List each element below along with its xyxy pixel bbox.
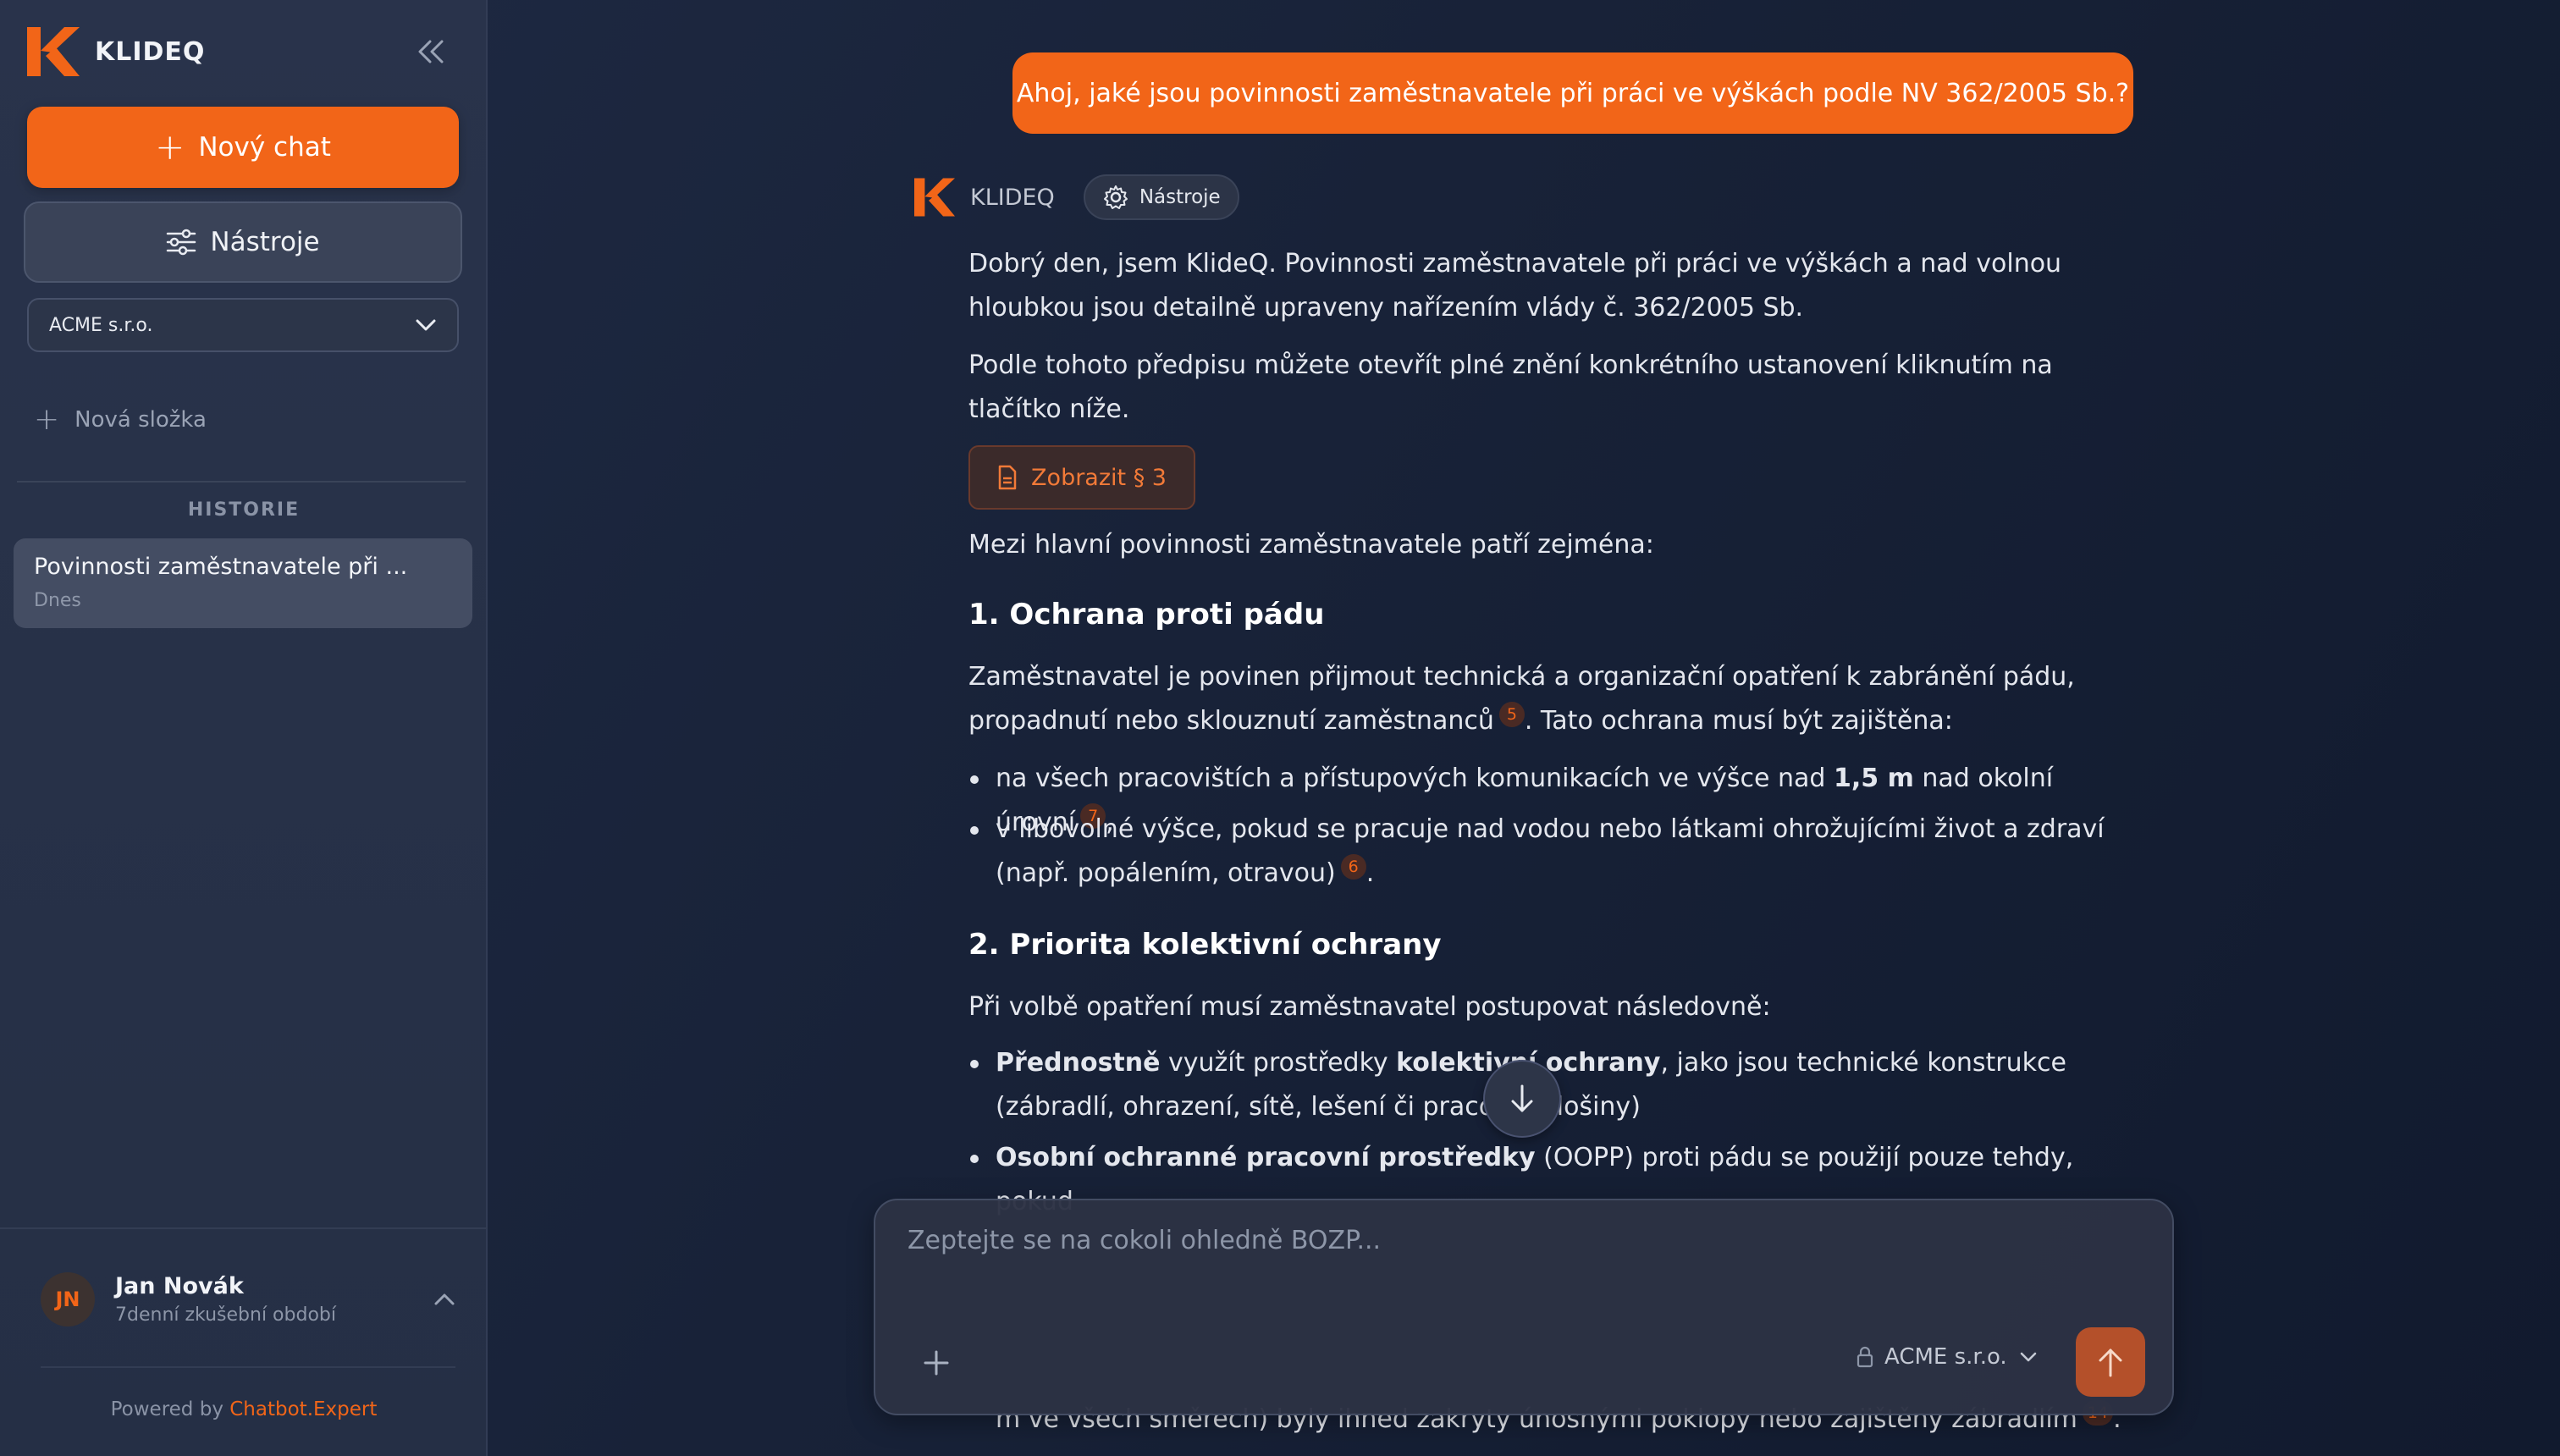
divider (0, 1227, 488, 1229)
plus-icon: + (155, 126, 185, 168)
tools-label: Nástroje (210, 227, 320, 257)
send-button[interactable] (2076, 1327, 2145, 1397)
new-chat-label: Nový chat (198, 132, 331, 163)
sliders-icon (167, 229, 196, 256)
message-composer: ACME s.r.o. (874, 1199, 2174, 1415)
bold-text: Přednostně (996, 1048, 1161, 1078)
text: . Tato ochrana musí být zajištěna: (1524, 706, 1953, 736)
answer-paragraph: Mezi hlavní povinnosti zaměstnavatele pa… (968, 530, 1654, 560)
message-input[interactable] (908, 1226, 2127, 1277)
divider (41, 1366, 455, 1368)
answer-paragraph: Při volbě opatření musí zaměstnavatel po… (968, 992, 1771, 1022)
bot-header: KLIDEQ Nástroje (914, 174, 1239, 220)
bot-name: KLIDEQ (970, 184, 1055, 211)
user-name: Jan Novák (115, 1273, 244, 1299)
lock-icon (1857, 1346, 1873, 1368)
scope-select[interactable]: ACME s.r.o. (1856, 1344, 2048, 1370)
list-item: v libovolné výšce, pokud se pracuje nad … (968, 808, 2137, 896)
history-title: HISTORIE (187, 499, 301, 521)
powered-link[interactable]: Chatbot.Expert (229, 1398, 377, 1420)
text: v libovolné výšce, pokud se pracuje nad … (996, 814, 2105, 888)
sidebar: KLIDEQ + Nový chat Nástroje ACME s.r.o. … (0, 0, 488, 1456)
arrow-up-icon (2099, 1348, 2122, 1377)
bold-text: Osobní ochranné pracovní prostředky (996, 1143, 1536, 1172)
chevron-down-icon (416, 319, 436, 331)
chevron-down-icon (2020, 1352, 2037, 1362)
new-folder-label: Nová složka (74, 407, 207, 433)
history-item[interactable]: Povinnosti zaměstnavatele při ... Dnes (14, 538, 472, 628)
text: . (1366, 858, 1375, 888)
history-item-title: Povinnosti zaměstnavatele při ... (34, 554, 408, 580)
text: využít prostředky (1160, 1048, 1397, 1078)
chevron-up-icon (434, 1293, 455, 1305)
user-message-bubble: Ahoj, jaké jsou povinnosti zaměstnavatel… (1012, 52, 2133, 134)
organization-select[interactable]: ACME s.r.o. (27, 298, 459, 352)
bot-tools-label: Nástroje (1139, 186, 1221, 208)
plus-icon: + (34, 402, 60, 437)
user-menu[interactable]: JN Jan Novák 7denní zkušební období (41, 1272, 455, 1326)
klideq-logo-icon (27, 27, 80, 76)
scroll-down-button[interactable] (1483, 1060, 1561, 1138)
user-info: Jan Novák 7denní zkušební období (115, 1273, 336, 1326)
brand-name: KLIDEQ (95, 36, 206, 67)
scope-value: ACME s.r.o. (1884, 1344, 2007, 1370)
collapse-sidebar-button[interactable] (413, 34, 449, 69)
bold-text: 1,5 m (1833, 764, 1914, 793)
attach-button[interactable] (916, 1343, 957, 1383)
show-section-button[interactable]: Zobrazit § 3 (968, 445, 1195, 510)
history-item-date: Dnes (34, 590, 81, 611)
answer-paragraph: Zaměstnavatel je povinen přijmout techni… (968, 655, 2137, 743)
brand[interactable]: KLIDEQ (27, 27, 205, 76)
gear-icon (1103, 185, 1128, 209)
document-icon (998, 465, 1017, 490)
answer-paragraph: Dobrý den, jsem KlideQ. Povinnosti zaměs… (968, 249, 2062, 323)
arrow-down-icon (1511, 1084, 1533, 1112)
user-subtitle: 7denní zkušební období (115, 1304, 336, 1326)
avatar: JN (41, 1272, 95, 1326)
tools-button[interactable]: Nástroje (24, 201, 462, 283)
new-chat-button[interactable]: + Nový chat (27, 107, 459, 188)
klideq-logo-icon (914, 178, 955, 217)
citation-badge[interactable]: 5 (1498, 702, 1525, 727)
new-folder-button[interactable]: + Nová složka (34, 405, 207, 435)
divider (17, 481, 466, 483)
plus-icon (924, 1350, 949, 1376)
collapse-chevrons-icon (418, 40, 444, 63)
bot-tools-button[interactable]: Nástroje (1083, 174, 1239, 220)
powered-by: Powered by Chatbot.Expert (0, 1398, 488, 1420)
answer-heading: 1. Ochrana proti pádu (968, 598, 1325, 631)
answer-paragraph: Podle tohoto předpisu můžete otevřít pln… (968, 350, 2053, 424)
text: na všech pracovištích a přístupových kom… (996, 764, 1834, 793)
citation-badge[interactable]: 6 (1340, 854, 1366, 880)
organization-value: ACME s.r.o. (49, 314, 153, 336)
answer-heading: 2. Priorita kolektivní ochrany (968, 928, 1442, 962)
show-section-label: Zobrazit § 3 (1031, 464, 1167, 491)
powered-prefix: Powered by (110, 1398, 223, 1420)
